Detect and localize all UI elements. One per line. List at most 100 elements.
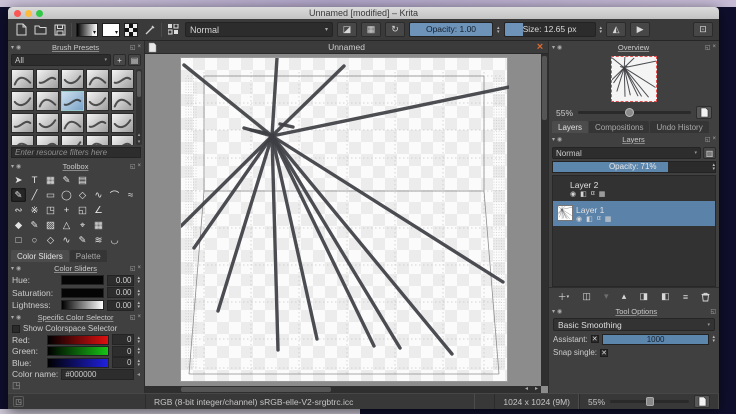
color-picker-tool[interactable]: ✎ bbox=[27, 218, 42, 232]
ellipse-tool[interactable]: ◯ bbox=[59, 188, 74, 202]
tab-layers[interactable]: Layers bbox=[552, 121, 588, 133]
blue-slider[interactable] bbox=[47, 358, 109, 368]
freehand-path-tool[interactable]: ≈ bbox=[123, 188, 138, 202]
close-docker-icon[interactable]: × bbox=[712, 136, 716, 142]
float-docker-icon[interactable]: ◱ bbox=[710, 308, 716, 315]
crop-tool[interactable]: ◳ bbox=[43, 203, 58, 217]
collapse-icon[interactable]: ▾ bbox=[552, 136, 555, 143]
zoom-slider[interactable] bbox=[610, 400, 689, 403]
pattern-edit-tool[interactable]: ▤ bbox=[75, 173, 90, 187]
show-colorspace-checkbox[interactable] bbox=[12, 325, 20, 333]
tab-color-sliders[interactable]: Color Sliders bbox=[11, 250, 69, 262]
selection-mode-icon[interactable]: ◳ bbox=[13, 396, 24, 407]
lightness-spinner[interactable]: ▴▾ bbox=[137, 301, 140, 309]
magnetic-select-tool[interactable]: ◡ bbox=[107, 233, 122, 247]
float-docker-icon[interactable]: ◱ bbox=[705, 136, 711, 143]
brush-preset-tile[interactable] bbox=[61, 113, 84, 133]
edit-shapes-tool[interactable]: ▦ bbox=[43, 173, 58, 187]
tool-options-header[interactable]: ▾ ◉ Tool Options ◱ bbox=[549, 305, 719, 317]
lightness-slider[interactable] bbox=[61, 300, 104, 310]
layers-header[interactable]: ▾ ◉ Layers ◱ × bbox=[549, 133, 719, 145]
collapse-icon[interactable]: ▾ bbox=[11, 265, 14, 272]
perspective-grid-tool[interactable]: ∠ bbox=[91, 203, 106, 217]
collapse-icon[interactable]: ▾ bbox=[11, 163, 14, 170]
brush-preset-tile[interactable] bbox=[36, 135, 59, 145]
brush-preset-tile[interactable] bbox=[111, 135, 134, 145]
layer-filter-button[interactable]: ▥ bbox=[703, 147, 716, 159]
float-docker-icon[interactable]: ◱ bbox=[130, 44, 136, 51]
float-docker-icon[interactable]: ◱ bbox=[705, 44, 711, 51]
overview-header[interactable]: ▾ ◉ Overview ◱ × bbox=[549, 41, 719, 53]
tab-palette[interactable]: Palette bbox=[70, 250, 107, 262]
preset-tag-select[interactable]: All ▾ bbox=[11, 54, 111, 66]
rectangle-tool[interactable]: ▭ bbox=[43, 188, 58, 202]
delete-layer-button[interactable] bbox=[701, 292, 710, 302]
layer-row-2[interactable]: Layer 2 ◉ ◧ α ▦ bbox=[553, 176, 715, 201]
brush-preset-tile[interactable] bbox=[86, 113, 109, 133]
calligraphy-tool[interactable]: ✎ bbox=[59, 173, 74, 187]
brush-preset-tile[interactable] bbox=[36, 113, 59, 133]
scroll-right-icon[interactable]: ▸ bbox=[532, 386, 541, 393]
size-spinner[interactable]: ▴▾ bbox=[600, 26, 603, 34]
green-value[interactable]: 0 bbox=[112, 346, 134, 357]
move-tool[interactable]: + bbox=[59, 203, 74, 217]
docker-menu-icon[interactable]: ◉ bbox=[16, 265, 21, 272]
docker-menu-icon[interactable]: ◉ bbox=[16, 163, 21, 170]
collapse-icon[interactable]: ▾ bbox=[11, 44, 14, 51]
smoothing-select[interactable]: Basic Smoothing ▾ bbox=[553, 318, 715, 331]
brush-presets-scrollbar[interactable]: ▴ ▾ bbox=[136, 69, 142, 145]
pattern-chooser[interactable] bbox=[124, 23, 138, 37]
polygonal-select-tool[interactable]: ◇ bbox=[43, 233, 58, 247]
elliptical-select-tool[interactable]: ○ bbox=[27, 233, 42, 247]
dynamic-brush-tool[interactable]: ∾ bbox=[11, 203, 26, 217]
add-tag-button[interactable]: + bbox=[113, 54, 126, 66]
layer-visible-icon[interactable]: ◉ bbox=[576, 215, 582, 223]
chevron-left-icon[interactable]: ◂ bbox=[137, 371, 140, 378]
swatch-history-icon[interactable]: ◳ bbox=[12, 380, 21, 391]
hue-spinner[interactable]: ▴▾ bbox=[137, 276, 140, 284]
close-docker-icon[interactable]: × bbox=[137, 163, 141, 169]
layer-inherit-alpha-icon[interactable]: ▦ bbox=[605, 215, 612, 223]
scroll-up-icon[interactable]: ▴ bbox=[136, 132, 142, 138]
rectangular-select-tool[interactable]: □ bbox=[11, 233, 26, 247]
layer-view-mode-button[interactable]: ≡ bbox=[683, 292, 688, 302]
brush-preset-tile[interactable] bbox=[11, 91, 34, 111]
tab-undo-history[interactable]: Undo History bbox=[650, 121, 708, 133]
brush-presets-header[interactable]: ▾ ◉ Brush Presets ◱ × bbox=[8, 41, 144, 53]
lightness-value[interactable]: 0.00 bbox=[107, 300, 134, 311]
brush-preset-tile[interactable] bbox=[36, 69, 59, 89]
layer-alpha-lock-icon[interactable]: α bbox=[591, 190, 595, 198]
size-slider[interactable]: Size: 12.65 px bbox=[504, 22, 596, 37]
layer-row-1[interactable]: Layer 1 ◉ ◧ α ▦ bbox=[553, 201, 715, 226]
outline-select-tool[interactable]: ∿ bbox=[59, 233, 74, 247]
opacity-slider[interactable]: Opacity: 1.00 bbox=[409, 22, 493, 37]
polygon-tool[interactable]: ◇ bbox=[75, 188, 90, 202]
line-tool[interactable]: ╱ bbox=[27, 188, 42, 202]
open-document-icon[interactable] bbox=[33, 22, 48, 37]
scroll-down-icon[interactable]: ▾ bbox=[136, 139, 142, 145]
red-slider[interactable] bbox=[47, 335, 109, 345]
wrap-around-button[interactable]: ▶ bbox=[630, 22, 650, 37]
add-layer-button[interactable]: ＋▾ bbox=[558, 290, 570, 303]
layer-opacity-spinner[interactable]: ▴▾ bbox=[712, 162, 715, 172]
brush-preset-tile[interactable] bbox=[111, 69, 134, 89]
green-slider[interactable] bbox=[47, 346, 109, 356]
layer-lock-icon[interactable]: ◧ bbox=[586, 215, 593, 223]
docker-menu-icon[interactable]: ◉ bbox=[16, 44, 21, 51]
contiguous-select-tool[interactable]: ✎ bbox=[75, 233, 90, 247]
workspace-chooser-button[interactable]: ⊡ bbox=[693, 22, 713, 37]
freehand-brush-tool[interactable]: ✎ bbox=[11, 188, 26, 202]
close-docker-icon[interactable]: × bbox=[137, 314, 141, 320]
float-docker-icon[interactable]: ◱ bbox=[130, 163, 136, 170]
float-docker-icon[interactable]: ◱ bbox=[130, 314, 136, 321]
reload-preset-button[interactable]: ↻ bbox=[385, 22, 405, 37]
brush-preset-tile[interactable] bbox=[111, 91, 134, 111]
resource-filter-input[interactable]: Enter resource filters here bbox=[11, 147, 141, 158]
overview-thumbnail[interactable] bbox=[611, 56, 657, 102]
layer-visible-icon[interactable]: ◉ bbox=[570, 190, 576, 198]
red-spinner[interactable]: ▴▾ bbox=[137, 336, 140, 344]
new-document-icon[interactable] bbox=[14, 22, 29, 37]
brush-preset-tile[interactable] bbox=[11, 135, 34, 145]
mirror-view-button[interactable]: ◭ bbox=[606, 22, 626, 37]
color-name-input[interactable]: #000000 bbox=[61, 369, 134, 380]
